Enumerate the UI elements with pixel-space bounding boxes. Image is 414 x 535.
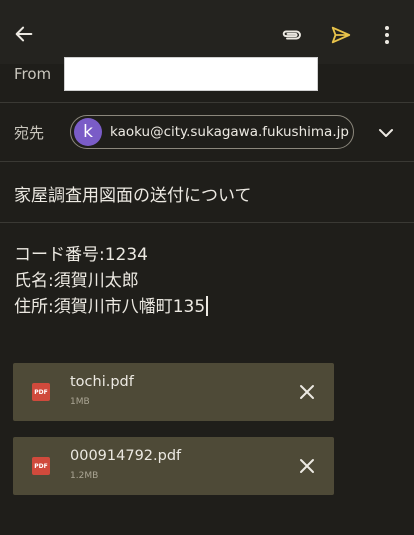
message-body[interactable]: コード番号:1234 氏名:須賀川太郎 住所:須賀川市八幡町135 xyxy=(14,242,404,320)
attach-icon xyxy=(282,30,301,40)
recipient-email: kaoku@city.sukagawa.fukushima.jp xyxy=(110,124,349,140)
body-line: 住所:須賀川市八幡町135 xyxy=(14,294,404,320)
body-line: 氏名:須賀川太郎 xyxy=(14,271,139,291)
attach-button[interactable] xyxy=(276,17,308,53)
attachment-card[interactable]: PDF 000914792.pdf 1.2MB xyxy=(13,437,334,495)
close-icon xyxy=(300,459,314,473)
to-row: 宛先 k kaoku@city.sukagawa.fukushima.jp xyxy=(0,103,414,162)
attachment-card[interactable]: PDF tochi.pdf 1MB xyxy=(13,363,334,421)
back-arrow-icon xyxy=(15,26,33,42)
more-options-button[interactable] xyxy=(374,17,400,53)
close-icon xyxy=(300,385,314,399)
attachment-size: 1.2MB xyxy=(70,471,99,481)
avatar: k xyxy=(74,118,102,146)
attachment-size: 1MB xyxy=(70,397,90,407)
text-cursor xyxy=(206,296,208,316)
pdf-icon: PDF xyxy=(32,383,50,401)
to-label: 宛先 xyxy=(14,124,45,142)
back-button[interactable] xyxy=(8,16,40,52)
body-line: コード番号:1234 xyxy=(14,245,148,265)
chevron-down-icon xyxy=(379,129,393,137)
from-label: From xyxy=(14,65,52,83)
pdf-icon: PDF xyxy=(32,457,50,475)
send-icon xyxy=(331,26,351,44)
remove-attachment-button[interactable] xyxy=(294,453,320,479)
from-row: From xyxy=(0,52,414,103)
subject-row[interactable]: 家屋調査用図面の送付について xyxy=(0,162,414,223)
more-vert-icon xyxy=(385,26,389,44)
subject-field[interactable]: 家屋調査用図面の送付について xyxy=(14,181,252,206)
recipient-chip[interactable]: k kaoku@city.sukagawa.fukushima.jp xyxy=(70,115,354,149)
from-field[interactable] xyxy=(64,57,318,91)
attachment-name: 000914792.pdf xyxy=(70,448,182,464)
attachment-name: tochi.pdf xyxy=(70,374,134,390)
remove-attachment-button[interactable] xyxy=(294,379,320,405)
expand-recipients-button[interactable] xyxy=(372,121,400,145)
send-button[interactable] xyxy=(324,17,358,53)
compose-screen: From 宛先 k kaoku@city.sukagawa.fukushima.… xyxy=(0,0,414,535)
